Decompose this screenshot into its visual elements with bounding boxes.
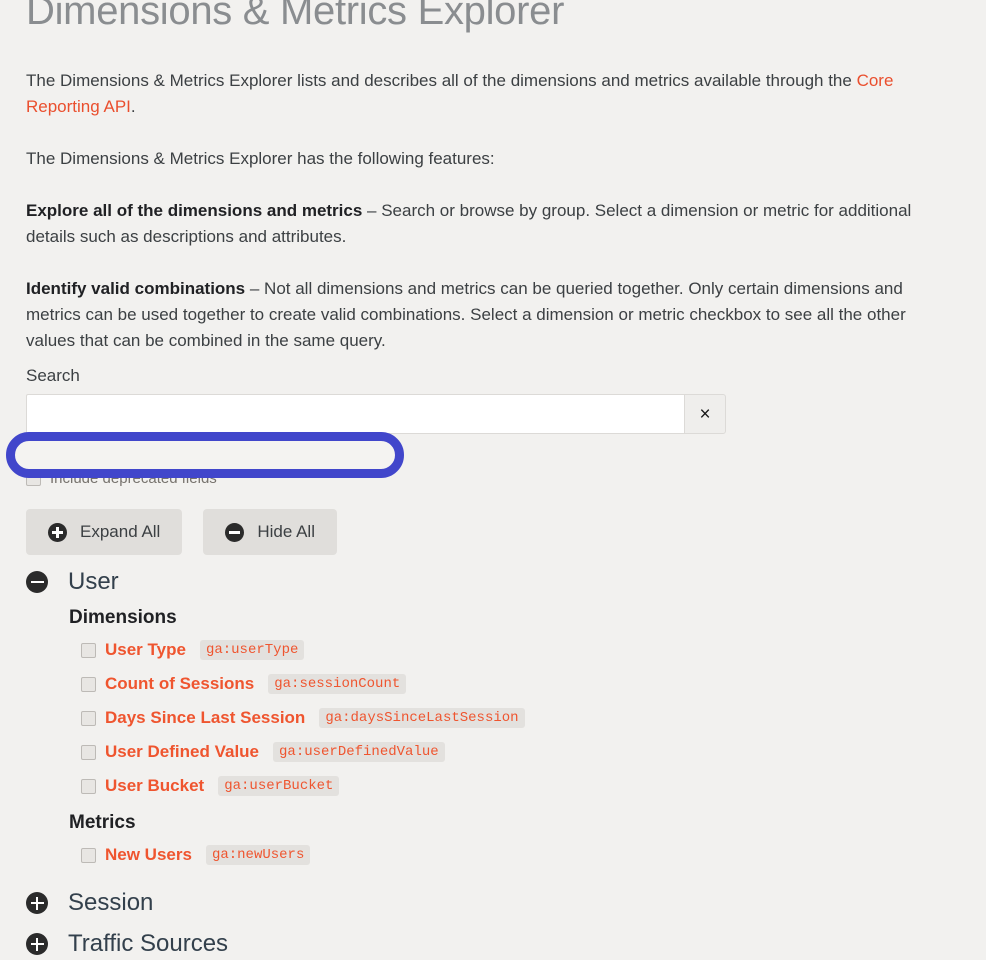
plus-circle-icon [26, 933, 48, 955]
hide-all-button[interactable]: Hide All [203, 509, 337, 555]
feature-combinations-title: Identify valid combinations [26, 279, 246, 298]
field-name[interactable]: Days Since Last Session [105, 708, 305, 728]
group-header-user[interactable]: User [26, 566, 966, 598]
field-checkbox[interactable] [81, 642, 96, 658]
group-name-session: Session [68, 889, 154, 916]
group-name-user: User [68, 568, 119, 595]
group-divider [26, 872, 966, 878]
minus-circle-icon [26, 571, 48, 593]
field-group-tree: User Dimensions User Type ga:userType Co… [26, 566, 966, 960]
field-id-badge: ga:sessionCount [268, 674, 407, 694]
group-name-traffic-sources: Traffic Sources [68, 930, 229, 957]
expand-collapse-toolbar: Expand All Hide All [26, 509, 337, 555]
search-row: × [26, 394, 726, 434]
field-name[interactable]: New Users [105, 845, 192, 865]
field-row[interactable]: New Users ga:newUsers [69, 838, 966, 872]
section-heading-dimensions: Dimensions [69, 607, 177, 628]
field-checkbox[interactable] [81, 710, 96, 726]
field-id-badge: ga:newUsers [205, 845, 311, 865]
field-name[interactable]: User Bucket [105, 776, 204, 796]
field-checkbox[interactable] [81, 676, 96, 692]
include-deprecated-label: Include deprecated fields [50, 470, 217, 487]
intro-lead-before: The Dimensions & Metrics Explorer lists … [26, 71, 857, 90]
segments-only-label: Only show fields that are allowed in seg… [50, 444, 355, 461]
group-body-user: Dimensions User Type ga:userType Count o… [26, 607, 966, 872]
field-checkbox[interactable] [81, 778, 96, 794]
features-intro-paragraph: The Dimensions & Metrics Explorer has th… [26, 149, 495, 168]
field-row[interactable]: User Bucket ga:userBucket [69, 769, 966, 803]
feature-explore-title: Explore all of the dimensions and metric… [26, 201, 363, 220]
search-label: Search [26, 366, 80, 385]
expand-all-label: Expand All [80, 522, 161, 541]
expand-all-button[interactable]: Expand All [26, 509, 183, 555]
field-row[interactable]: Days Since Last Session ga:daysSinceLast… [69, 701, 966, 735]
field-checkbox[interactable] [81, 744, 96, 760]
field-name[interactable]: User Type [105, 640, 186, 660]
feature-combinations-paragraph: Identify valid combinations – Not all di… [26, 276, 938, 354]
minus-circle-icon [225, 522, 245, 542]
intro-lead-after: . [130, 97, 136, 116]
field-row[interactable]: Count of Sessions ga:sessionCount [69, 667, 966, 701]
feature-explore-paragraph: Explore all of the dimensions and metric… [26, 198, 938, 250]
hide-all-label: Hide All [257, 522, 315, 541]
field-name[interactable]: User Defined Value [105, 742, 259, 762]
field-id-badge: ga:daysSinceLastSession [319, 708, 525, 728]
option-row-deprecated[interactable]: Include deprecated fields [26, 470, 217, 487]
include-deprecated-checkbox[interactable] [26, 471, 41, 486]
search-input[interactable] [26, 394, 684, 434]
section-heading-metrics: Metrics [69, 812, 136, 833]
field-id-badge: ga:userBucket [218, 776, 340, 796]
intro-lead-paragraph: The Dimensions & Metrics Explorer lists … [26, 68, 926, 120]
plus-circle-icon [48, 522, 67, 542]
segments-only-checkbox[interactable] [26, 445, 41, 460]
field-row[interactable]: User Type ga:userType [69, 633, 966, 667]
group-header-session[interactable]: Session [26, 887, 966, 919]
intro-text-block: The Dimensions & Metrics Explorer lists … [26, 68, 938, 380]
plus-circle-icon [26, 892, 48, 914]
field-id-badge: ga:userDefinedValue [273, 742, 445, 762]
option-row-segments[interactable]: Only show fields that are allowed in seg… [26, 444, 354, 461]
group-header-traffic-sources[interactable]: Traffic Sources [26, 928, 966, 960]
clear-search-button[interactable]: × [684, 394, 726, 434]
field-row[interactable]: User Defined Value ga:userDefinedValue [69, 735, 966, 769]
page-root: Dimensions & Metrics Explorer The Dimens… [0, 0, 986, 957]
field-id-badge: ga:userType [199, 640, 305, 660]
field-name[interactable]: Count of Sessions [105, 674, 254, 694]
field-checkbox[interactable] [81, 847, 96, 863]
page-title: Dimensions & Metrics Explorer [26, 0, 565, 33]
